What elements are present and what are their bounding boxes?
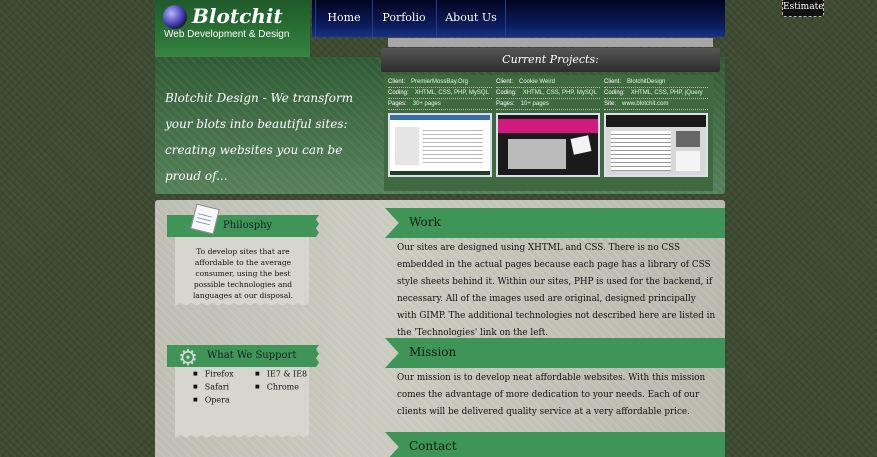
main-content-panel: Philosphy To develop sites that are affo… xyxy=(155,200,725,457)
project-label: Coding: xyxy=(604,90,625,96)
mission-text: Our mission is to develop neat affordabl… xyxy=(397,373,706,417)
thumb-header-bar xyxy=(606,115,706,127)
project-value: 10+ pages xyxy=(520,101,549,107)
support-box: ⚙ What We Support Firefox Safari Opera I… xyxy=(167,338,319,438)
thumb-footer-bar xyxy=(390,171,490,175)
project-label: Client: xyxy=(496,79,514,85)
project-value: PremierMossBay.Org xyxy=(411,79,468,85)
thumb-header-bar xyxy=(390,115,490,120)
project-label: Coding: xyxy=(388,90,409,96)
support-item: Safari xyxy=(193,381,234,394)
project-client-row: Client: PremierMossBay.Org xyxy=(388,77,492,88)
project-label: Site: xyxy=(604,101,617,107)
project-value: www.blotchit.com xyxy=(622,101,669,107)
support-header: ⚙ What We Support xyxy=(167,345,319,367)
project-pages-row: Pages: 30+ pages xyxy=(388,99,492,110)
project-label: Client: xyxy=(388,79,406,85)
thumb-note-card xyxy=(570,135,592,155)
nav-home-link[interactable]: Home xyxy=(315,0,373,37)
thumb-text-block xyxy=(423,127,483,165)
support-list-col2: IE7 & IE8 Chrome xyxy=(255,368,307,394)
gear-icon: ⚙ xyxy=(178,346,198,371)
work-text: Our sites are designed using XHTML and C… xyxy=(397,243,716,338)
project-value: 30+ pages xyxy=(412,101,441,107)
thumb-sidebar-block xyxy=(676,151,700,171)
nav-portfolio-link[interactable]: Porfolio xyxy=(372,0,437,37)
thumb-header-bar xyxy=(498,119,598,133)
projects-title: Current Projects: xyxy=(381,48,720,72)
work-title: Work xyxy=(409,215,441,229)
thumb-sidebar-block xyxy=(395,127,419,165)
page-wrapper: Blotchit Web Development & Design Home P… xyxy=(155,0,824,457)
estimate-button[interactable]: Estimate xyxy=(782,0,824,17)
logo-ball-icon xyxy=(163,5,187,29)
project-client-row: Client: BlotchitDesign xyxy=(604,77,708,88)
mission-section-header: Mission xyxy=(385,338,725,368)
support-title: What We Support xyxy=(207,350,297,361)
work-section-header: Work xyxy=(385,208,725,238)
project-screenshot-thumbnail[interactable] xyxy=(604,113,708,177)
project-label: Client: xyxy=(604,79,622,85)
philosophy-text: To develop sites that are affordable to … xyxy=(193,247,293,300)
projects-body: Client: PremierMossBay.Org Coding: XHTML, … xyxy=(384,75,713,191)
support-card: Firefox Safari Opera IE7 & IE8 Chrome xyxy=(175,356,309,438)
support-item: IE7 & IE8 xyxy=(255,368,307,381)
support-item: Chrome xyxy=(255,381,307,394)
project-label: Coding: xyxy=(496,90,517,96)
project-value: XHTML, CSS, PHP, MySQL xyxy=(414,90,489,96)
project-value: Cookie Weird xyxy=(519,79,555,85)
nav-about-link[interactable]: About Us xyxy=(437,0,506,37)
philosophy-card: To develop sites that are affordable to … xyxy=(175,226,309,306)
contact-section-header: Contact xyxy=(385,432,725,457)
project-value: XHTML, CSS, PHP, jQuery xyxy=(630,90,703,96)
support-item: Firefox xyxy=(193,368,234,381)
logo-subtitle: Web Development & Design xyxy=(164,29,290,40)
project-label: Pages: xyxy=(388,101,407,107)
main-navigation: Home Porfolio About Us Estimate xyxy=(312,0,824,37)
project-site-row: Site: www.blotchit.com xyxy=(604,99,708,110)
project-card: Client: Cookie Weird Coding: XHTML, CSS, P… xyxy=(496,77,600,110)
project-client-row: Client: Cookie Weird xyxy=(496,77,600,88)
project-screenshot-thumbnail[interactable] xyxy=(388,113,492,177)
support-item: Opera xyxy=(193,394,234,407)
project-coding-row: Coding: XHTML, CSS, PHP, MySQL xyxy=(388,88,492,99)
project-value: XHTML, CSS, PHP, MySQL xyxy=(522,90,597,96)
site-logo[interactable]: Blotchit Web Development & Design xyxy=(155,0,310,64)
thumb-content-block xyxy=(508,139,566,169)
project-card: Client: BlotchitDesign Coding: XHTML, CSS,… xyxy=(604,77,708,110)
project-coding-row: Coding: XHTML, CSS, PHP, jQuery xyxy=(604,88,708,99)
project-value: BlotchitDesign xyxy=(627,79,666,85)
project-label: Pages: xyxy=(496,101,515,107)
hero-tagline: Blotchit Design - We transform your blot… xyxy=(165,91,354,183)
thumb-image-block xyxy=(676,131,700,147)
philosophy-box: Philosphy To develop sites that are affo… xyxy=(167,203,319,312)
contact-title: Contact xyxy=(409,439,457,453)
thumb-text-block xyxy=(611,131,671,171)
mission-title: Mission xyxy=(409,345,457,359)
current-projects-panel: Current Projects: Client: PremierMossBay.… xyxy=(381,38,720,191)
support-list-col1: Firefox Safari Opera xyxy=(193,368,234,406)
philosophy-title: Philosphy xyxy=(223,220,273,231)
project-screenshot-thumbnail[interactable] xyxy=(496,113,600,177)
logo-title: Blotchit xyxy=(192,4,283,28)
project-pages-row: Pages: 10+ pages xyxy=(496,99,600,110)
projects-header-tab xyxy=(388,38,713,47)
project-coding-row: Coding: XHTML, CSS, PHP, MySQL xyxy=(496,88,600,99)
project-card: Client: PremierMossBay.Org Coding: XHTML, … xyxy=(388,77,492,110)
